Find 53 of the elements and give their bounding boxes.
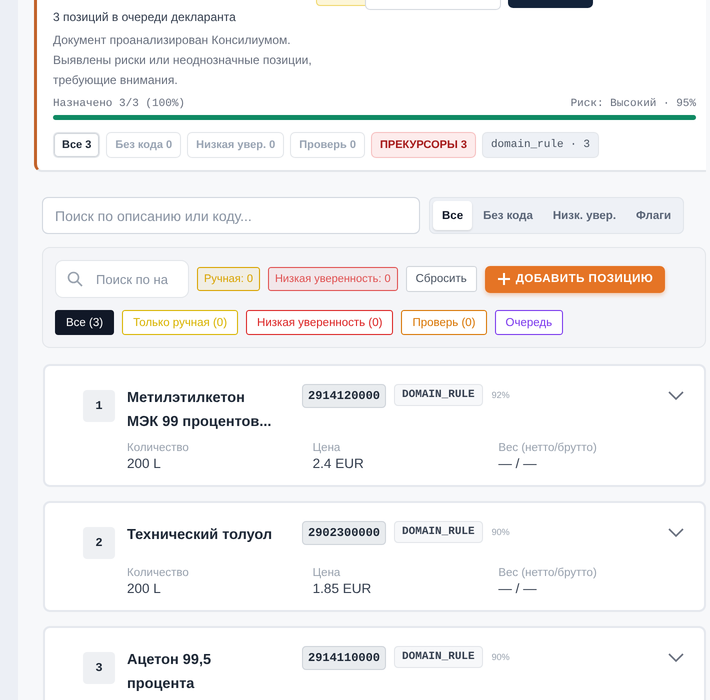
item-number: 3: [83, 652, 115, 684]
plus-icon: [496, 272, 511, 286]
tab[interactable]: Низк. увер.: [544, 201, 626, 230]
count-badge: Низкая уверенность: 0: [268, 267, 398, 291]
confidence-text: 92%: [492, 390, 510, 400]
assigned-text: Назначено 3/3 (100%): [53, 98, 186, 110]
search-field[interactable]: Поиск по описанию или коду...: [42, 197, 420, 234]
field-label: Цена: [312, 567, 342, 579]
queue-text: 3 позиций в очереди декларанта: [53, 9, 237, 25]
rule-tag: DOMAIN_RULE: [394, 384, 483, 406]
add-item-button[interactable]: ДОБАВИТЬ ПОЗИЦИЮ: [484, 266, 666, 292]
risk-text: Риск: Высокий · 95%: [570, 98, 696, 110]
search-field[interactable]: Поиск по на: [55, 260, 189, 298]
field-value: 2.4 EUR: [312, 456, 365, 471]
filter-chip[interactable]: Все 3: [53, 132, 100, 158]
item-number: 1: [83, 390, 115, 422]
field-value: 200 L: [127, 456, 162, 471]
filter-chip[interactable]: Низкая уверенность (0): [246, 310, 394, 335]
item-title: Ацетон 99,5 процента: [127, 651, 212, 694]
field-label: Цена: [312, 442, 342, 454]
tab[interactable]: Все: [433, 201, 472, 230]
item-title: Технический толуол: [127, 526, 274, 545]
chevron-down-icon[interactable]: [668, 528, 684, 538]
item-number: 2: [83, 527, 115, 559]
chevron-down-icon[interactable]: [668, 391, 684, 401]
field-label: Вес (нетто/брутто): [498, 442, 598, 454]
rule-tag: DOMAIN_RULE: [394, 521, 483, 543]
field-label: Количество: [127, 567, 190, 579]
filter-chip[interactable]: domain_rule · 3: [482, 132, 599, 158]
code-chip: 2902300000: [302, 521, 386, 545]
field-label: Количество: [127, 442, 190, 454]
field-value: 200 L: [127, 581, 162, 596]
item-title: Метилэтилкетон МЭК 99 процентов...: [127, 389, 272, 432]
chevron-down-icon[interactable]: [668, 653, 684, 663]
confidence-text: 90%: [492, 652, 510, 662]
field-value: — / —: [498, 456, 538, 471]
field-value: — / —: [498, 581, 538, 596]
field-label: Вес (нетто/брутто): [498, 567, 598, 579]
filter-chip[interactable]: Очередь: [494, 310, 564, 335]
rule-tag: DOMAIN_RULE: [394, 646, 483, 668]
field-value: 1.85 EUR: [312, 581, 372, 596]
code-chip: 2914120000: [302, 384, 386, 408]
tab[interactable]: Флаги: [627, 201, 680, 230]
filter-chip[interactable]: Все (3): [55, 310, 114, 335]
reset-button[interactable]: Сбросить: [406, 266, 477, 292]
tab[interactable]: Без кода: [474, 201, 542, 230]
filter-chip[interactable]: ПРЕКУРСОРЫ 3: [370, 132, 476, 158]
description-text: Документ проанализирован Консилиумом. Выявлены риски или неоднозначные позиции, требующие внимания.: [53, 32, 313, 89]
count-badge: Ручная: 0: [197, 267, 260, 291]
search-icon: [67, 271, 83, 287]
filter-chip[interactable]: Проверь (0): [401, 310, 487, 335]
confidence-text: 90%: [492, 527, 510, 537]
code-chip: 2914110000: [302, 646, 386, 670]
